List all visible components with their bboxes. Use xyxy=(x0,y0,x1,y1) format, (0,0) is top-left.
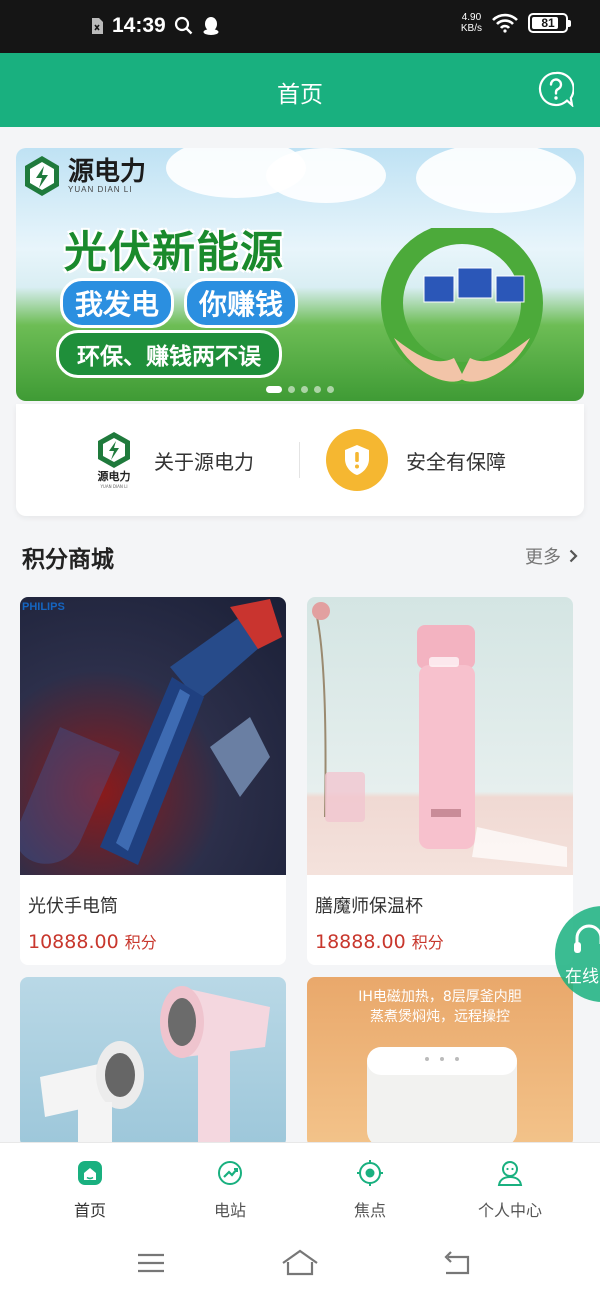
tab-profile[interactable]: 个人中心 xyxy=(460,1159,560,1221)
carousel-dot[interactable] xyxy=(288,386,295,393)
focus-icon xyxy=(357,1160,383,1186)
safety-label: 安全有保障 xyxy=(406,449,506,474)
divider xyxy=(299,442,300,478)
logo-subtext: YUAN DIAN LI xyxy=(99,484,127,489)
carousel-dot[interactable] xyxy=(301,386,308,393)
product-name: 膳魔师保温杯 xyxy=(315,896,423,917)
qq-icon xyxy=(203,17,219,35)
product-price: 18888.00 积分 xyxy=(315,931,444,953)
product-image: IH电磁加热，8层厚釜内胆 蒸煮煲焖炖，远程操控 xyxy=(307,977,573,1147)
back-icon[interactable] xyxy=(442,1248,472,1278)
user-icon xyxy=(497,1161,523,1186)
product-price: 10888.00 积分 xyxy=(28,931,157,953)
about-link[interactable]: 源电力 YUAN DIAN LI 关于源电力 xyxy=(92,428,254,492)
hair-dryer-image xyxy=(40,986,270,1147)
banner-pill-1: 我发电 xyxy=(60,278,175,328)
lightning-hexagon-icon xyxy=(25,156,59,196)
product-card[interactable]: 膳魔师保温杯 18888.00 积分 xyxy=(307,597,573,965)
brand-logo: PHILIPS xyxy=(22,601,65,613)
banner-headline: 光伏新能源 xyxy=(64,228,284,278)
station-icon xyxy=(218,1161,242,1185)
brand-logo-icon: 源电力YUAN DIAN LI xyxy=(98,432,131,489)
product-card[interactable]: PHILIPS 光伏手电筒 10888.00 积分 xyxy=(20,597,286,965)
battery-indicator: 81 xyxy=(528,13,571,33)
safety-link[interactable]: 安全有保障 xyxy=(326,428,506,492)
carousel-dot[interactable] xyxy=(266,386,282,393)
wifi-icon xyxy=(492,13,518,33)
carousel-dot[interactable] xyxy=(327,386,334,393)
logo-text: 源电力 xyxy=(98,469,131,483)
product-image: PHILIPS xyxy=(20,597,286,875)
product-name: 光伏手电筒 xyxy=(28,896,118,917)
tab-focus[interactable]: 焦点 xyxy=(320,1159,420,1221)
banner-tagline: 环保、赚钱两不误 xyxy=(56,330,282,378)
more-link[interactable]: 更多 xyxy=(525,543,578,569)
about-label: 关于源电力 xyxy=(154,449,254,474)
search-icon xyxy=(174,16,193,35)
banner-pill-2: 你赚钱 xyxy=(184,278,299,328)
clock: 14:39 xyxy=(112,14,166,37)
solar-globe-image xyxy=(381,228,543,384)
net-speed: 4.90 KB/s xyxy=(460,12,482,34)
product-card[interactable]: IH电磁加热，8层厚釜内胆 蒸煮煲焖炖，远程操控 xyxy=(307,977,573,1147)
tab-station[interactable]: 电站 xyxy=(180,1159,280,1221)
rice-cooker-image xyxy=(367,1047,517,1147)
product-image xyxy=(307,597,573,875)
thermos-image xyxy=(312,602,567,867)
page-title: 首页 xyxy=(277,82,323,108)
product-image xyxy=(20,977,286,1147)
help-icon[interactable] xyxy=(538,71,574,107)
home-icon xyxy=(78,1161,102,1185)
carousel-dots[interactable] xyxy=(266,386,334,393)
banner-logo: 源电力 YUAN DIAN LI xyxy=(22,154,146,198)
flashlight-image xyxy=(20,599,282,865)
system-nav-bar xyxy=(0,1228,600,1300)
tab-home[interactable]: 首页 xyxy=(40,1159,140,1221)
product-card[interactable] xyxy=(20,977,286,1147)
app-header: 首页 xyxy=(0,53,600,127)
menu-icon[interactable] xyxy=(136,1248,166,1278)
carousel-dot[interactable] xyxy=(314,386,321,393)
headset-icon xyxy=(574,924,600,953)
shield-badge xyxy=(326,429,388,491)
mall-title: 积分商城 xyxy=(22,547,114,573)
shield-icon xyxy=(345,445,369,475)
sim-card-icon xyxy=(92,18,103,34)
bottom-tab-bar: 首页 电站 焦点 个人中心 xyxy=(0,1142,600,1228)
home-nav-icon[interactable] xyxy=(280,1248,320,1278)
promo-banner[interactable]: 源电力 YUAN DIAN LI 光伏新能源 我发电 你赚钱 环保、赚钱两不误 xyxy=(16,148,584,401)
chevron-right-icon xyxy=(569,549,578,563)
info-card: 源电力 YUAN DIAN LI 关于源电力 安全有保障 xyxy=(16,404,584,516)
status-bar: 14:39 4.90 KB/s 81 xyxy=(0,0,600,53)
